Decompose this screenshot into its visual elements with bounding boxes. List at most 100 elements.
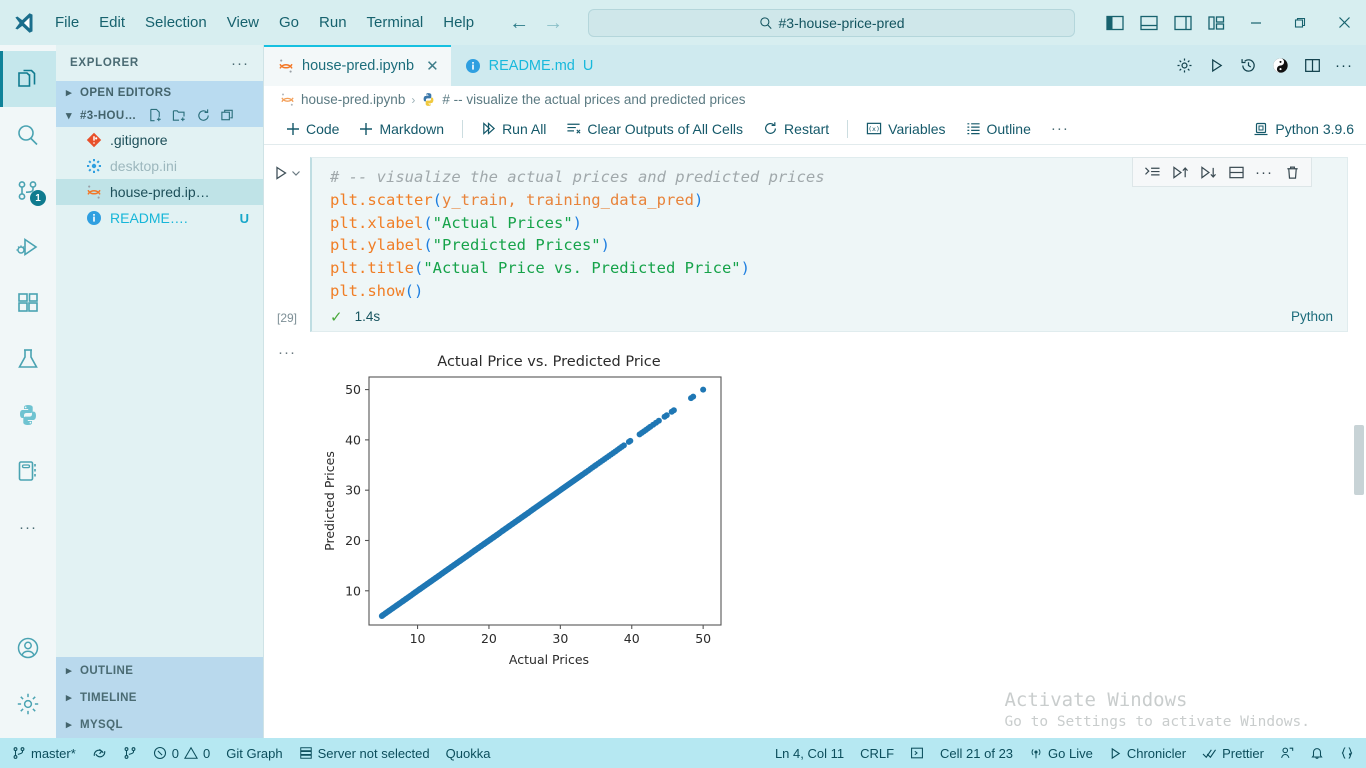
activity-extensions[interactable] <box>0 275 56 331</box>
menu-terminal[interactable]: Terminal <box>358 10 433 35</box>
notebook-scrollbar[interactable] <box>1352 145 1366 738</box>
menu-run[interactable]: Run <box>310 10 356 35</box>
ellipsis-icon: ··· <box>19 518 37 536</box>
kernel-label: Python 3.9.6 <box>1275 120 1354 137</box>
toggle-secondary-sidebar-icon[interactable] <box>1168 8 1198 38</box>
editor-group: house-pred.ipynb ✕ README.md U ··· house… <box>264 45 1366 738</box>
run-by-line-icon[interactable] <box>1139 160 1165 184</box>
menu-file[interactable]: File <box>46 10 88 35</box>
file-item-desktop-ini[interactable]: desktop.ini <box>56 153 263 179</box>
tab-readme-md[interactable]: README.md U <box>451 45 606 86</box>
status-server[interactable]: Server not selected <box>291 738 438 768</box>
status-problems[interactable]: 0 0 <box>145 738 218 768</box>
close-icon[interactable]: ✕ <box>426 57 439 75</box>
command-center-search[interactable]: #3-house-price-pred <box>588 8 1076 37</box>
status-terminal-toggle[interactable] <box>902 738 932 768</box>
new-folder-icon[interactable] <box>172 108 187 123</box>
activity-search[interactable] <box>0 107 56 163</box>
status-cursor-position[interactable]: Ln 4, Col 11 <box>767 738 852 768</box>
status-quokka[interactable]: Quokka <box>438 738 499 768</box>
maximize-restore-button[interactable] <box>1278 0 1322 45</box>
outline-button[interactable]: Outline <box>958 118 1039 140</box>
section-open-editors[interactable]: ▸ OPEN EDITORS <box>56 81 263 104</box>
file-item-house-pred-ipynb[interactable]: house-pred.ip… <box>56 179 263 205</box>
close-button[interactable] <box>1322 0 1366 45</box>
status-bar: master* 0 0 Git Graph Server not selecte… <box>0 738 1366 768</box>
go-back-icon[interactable]: ← <box>509 13 529 33</box>
run-cell-button[interactable] <box>273 165 301 181</box>
kernel-icon <box>1253 121 1269 137</box>
status-prettier[interactable]: Prettier <box>1194 738 1272 768</box>
breadcrumb-file[interactable]: house-pred.ipynb <box>301 92 405 107</box>
activity-explorer[interactable] <box>0 51 56 107</box>
file-item-readme[interactable]: README…. U <box>56 205 263 231</box>
menu-edit[interactable]: Edit <box>90 10 134 35</box>
minimize-button[interactable] <box>1234 0 1278 45</box>
variables-button[interactable]: (x) Variables <box>858 118 953 140</box>
activity-testing[interactable] <box>0 331 56 387</box>
activity-python[interactable] <box>0 387 56 443</box>
status-remote[interactable] <box>1272 738 1302 768</box>
execute-cell-and-below-icon[interactable] <box>1195 160 1221 184</box>
run-icon[interactable] <box>1202 52 1230 80</box>
restart-kernel-button[interactable]: Restart <box>755 118 837 140</box>
execute-above-cells-icon[interactable] <box>1167 160 1193 184</box>
menu-selection[interactable]: Selection <box>136 10 216 35</box>
activity-account[interactable] <box>0 620 56 676</box>
more-icon[interactable]: ··· <box>1330 52 1358 80</box>
activity-more[interactable]: ··· <box>0 499 56 555</box>
toggle-primary-sidebar-icon[interactable] <box>1100 8 1130 38</box>
file-item-gitignore[interactable]: .gitignore <box>56 127 263 153</box>
menu-view[interactable]: View <box>218 10 268 35</box>
menu-go[interactable]: Go <box>270 10 308 35</box>
menu-help[interactable]: Help <box>434 10 483 35</box>
output-more-icon[interactable]: ··· <box>278 344 296 680</box>
section-outline[interactable]: ▸ OUTLINE <box>56 657 263 684</box>
tab-git-badge: U <box>582 57 594 74</box>
clear-outputs-button[interactable]: Clear Outputs of All Cells <box>558 118 751 140</box>
status-eol[interactable]: CRLF <box>852 738 902 768</box>
activity-run-debug[interactable] <box>0 219 56 275</box>
section-timeline[interactable]: ▸ TIMELINE <box>56 684 263 711</box>
status-git-branch[interactable] <box>115 738 145 768</box>
status-cell-index[interactable]: Cell 21 of 23 <box>932 738 1021 768</box>
gear-icon[interactable] <box>1170 52 1198 80</box>
activity-source-control[interactable]: 1 <box>0 163 56 219</box>
collapse-folders-icon[interactable] <box>220 108 235 123</box>
status-brackets[interactable] <box>1332 738 1362 768</box>
theme-toggle-icon[interactable] <box>1266 52 1294 80</box>
add-markdown-cell-button[interactable]: Markdown <box>351 118 452 140</box>
delete-cell-icon[interactable] <box>1279 160 1305 184</box>
split-editor-icon[interactable] <box>1298 52 1326 80</box>
status-chronicler[interactable]: Chronicler <box>1101 738 1194 768</box>
kernel-selector[interactable]: Python 3.9.6 <box>1253 121 1366 137</box>
activity-settings[interactable] <box>0 676 56 732</box>
customize-layout-icon[interactable] <box>1202 8 1232 38</box>
status-branch[interactable]: master* <box>4 738 84 768</box>
toggle-panel-icon[interactable] <box>1134 8 1164 38</box>
status-bar-right: Ln 4, Col 11 CRLF Cell 21 of 23 Go Live … <box>767 738 1362 768</box>
tab-house-pred-ipynb[interactable]: house-pred.ipynb ✕ <box>264 45 451 86</box>
status-sync[interactable] <box>84 738 115 768</box>
refresh-explorer-icon[interactable] <box>196 108 211 123</box>
more-actions-icon[interactable]: ··· <box>1251 160 1277 184</box>
split-cell-icon[interactable] <box>1223 160 1249 184</box>
activity-notebook[interactable] <box>0 443 56 499</box>
status-notifications[interactable] <box>1302 738 1332 768</box>
section-project-folder[interactable]: ▾ #3-HOU… <box>56 104 263 127</box>
python-icon <box>421 92 436 107</box>
scrollbar-thumb[interactable] <box>1354 425 1364 495</box>
new-file-icon[interactable] <box>148 108 163 123</box>
go-forward-icon[interactable]: → <box>543 13 563 33</box>
breadcrumb-cell[interactable]: # -- visualize the actual prices and pre… <box>442 92 745 107</box>
toolbar-more-button[interactable]: ··· <box>1043 117 1077 140</box>
sidebar-more-icon[interactable]: ··· <box>231 55 249 72</box>
status-go-live[interactable]: Go Live <box>1021 738 1101 768</box>
chevron-down-icon[interactable] <box>291 168 301 178</box>
section-mysql[interactable]: ▸ MYSQL <box>56 711 263 738</box>
cell-language[interactable]: Python <box>1291 309 1333 324</box>
status-git-graph[interactable]: Git Graph <box>218 738 290 768</box>
add-code-cell-button[interactable]: Code <box>278 118 347 140</box>
history-icon[interactable] <box>1234 52 1262 80</box>
run-all-button[interactable]: Run All <box>473 118 554 140</box>
